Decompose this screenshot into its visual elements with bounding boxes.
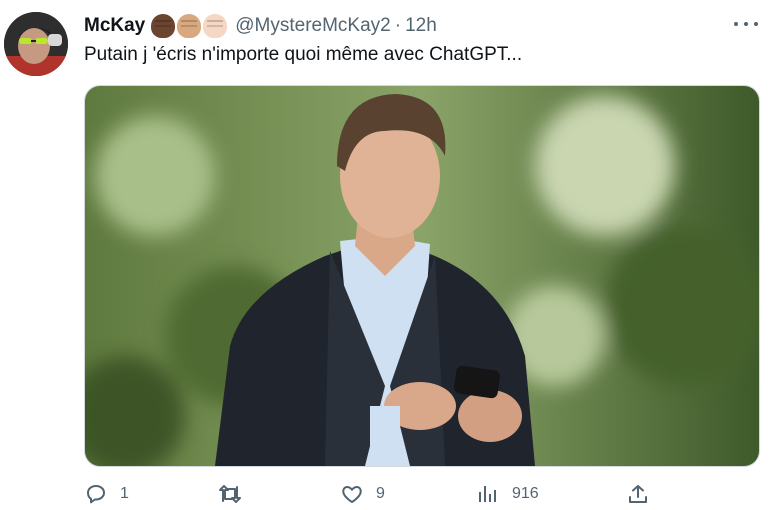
share-button[interactable] bbox=[626, 478, 650, 510]
views-button[interactable]: 916 bbox=[476, 478, 539, 510]
avatar[interactable] bbox=[4, 12, 68, 76]
reply-count: 1 bbox=[120, 485, 129, 502]
retweet-icon bbox=[219, 485, 241, 503]
reply-icon bbox=[87, 485, 105, 504]
tweet-header: McKay @MystereMcKay2 · 12h bbox=[84, 12, 437, 40]
tweet-photo[interactable] bbox=[84, 85, 760, 467]
share-icon bbox=[629, 485, 647, 503]
reply-button[interactable]: 1 bbox=[84, 478, 129, 510]
action-bar: 1 9 916 bbox=[84, 478, 758, 510]
author-handle[interactable]: @MystereMcKay2 bbox=[235, 15, 391, 37]
tweet-timestamp[interactable]: 12h bbox=[405, 15, 437, 37]
like-count: 9 bbox=[376, 485, 385, 502]
raised-fist-medium-icon bbox=[177, 14, 202, 38]
author-name[interactable]: McKay bbox=[84, 15, 145, 37]
tweet-text: Putain j 'écris n'importe quoi même avec… bbox=[84, 44, 523, 65]
like-icon bbox=[342, 486, 362, 503]
views-count: 916 bbox=[512, 485, 539, 502]
separator-dot: · bbox=[394, 15, 402, 36]
retweet-button[interactable] bbox=[218, 478, 254, 510]
tweet: McKay @MystereMcKay2 · 12h Putain j 'écr… bbox=[0, 0, 780, 510]
like-button[interactable]: 9 bbox=[340, 478, 385, 510]
raised-fist-dark-icon bbox=[151, 14, 176, 38]
views-icon bbox=[479, 486, 496, 502]
emoji-group bbox=[151, 14, 229, 38]
more-icon[interactable] bbox=[734, 14, 758, 34]
raised-fist-light-icon bbox=[203, 14, 228, 38]
